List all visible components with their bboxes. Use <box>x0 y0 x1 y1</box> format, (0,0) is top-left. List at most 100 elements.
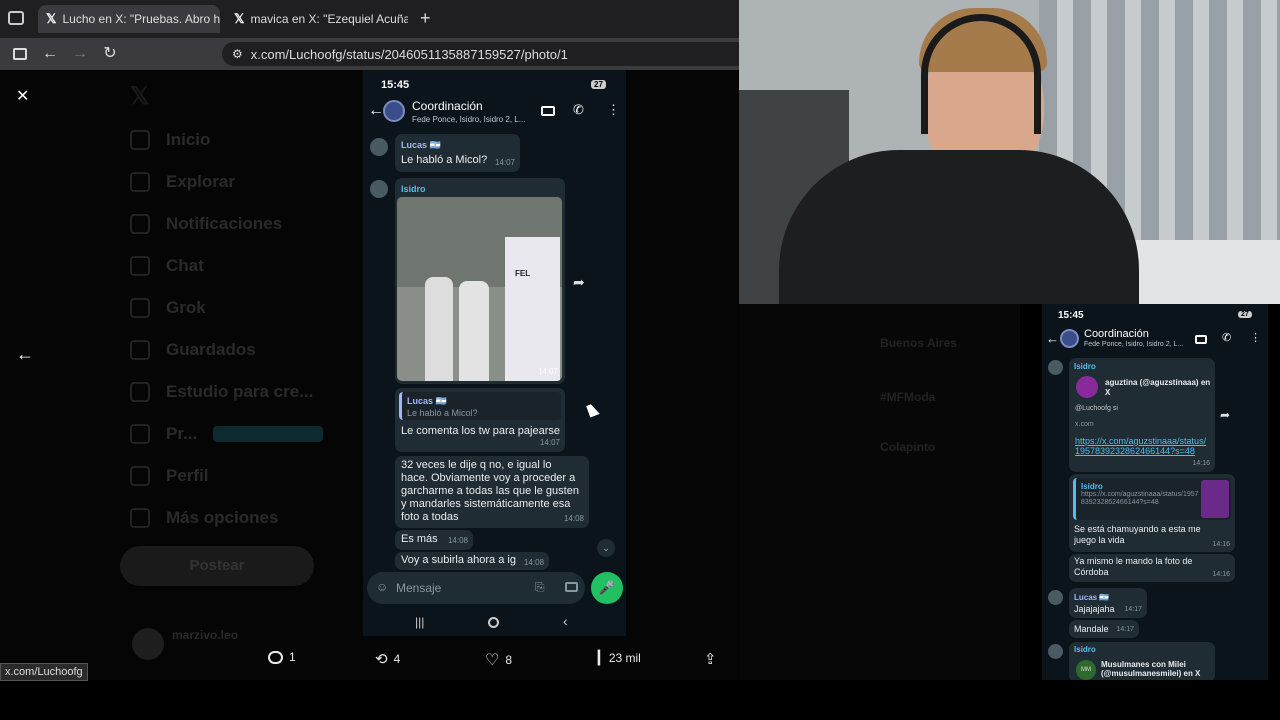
webcam-overlay <box>739 0 1280 304</box>
message-text: Ya mismo le mando la foto de Córdoba <box>1074 556 1193 577</box>
banner <box>505 237 560 381</box>
chat-name: Coordinación <box>412 99 483 113</box>
tab-title: Lucho en X: "Pruebas. Abro hilo <box>62 12 220 26</box>
views-button[interactable]: ┃ 23 mil <box>595 650 641 666</box>
tab-mavica[interactable]: 𝕏 mavica en X: "Ezequiel Acuña, u ✕ <box>226 5 408 33</box>
link-url: https://x.com/aguzstinaaa/status/1957839… <box>1075 436 1207 456</box>
group-avatar <box>1060 329 1079 348</box>
message-bubble: Lucas 🇦🇷 Le habló a Micol? Le comenta lo… <box>395 388 565 452</box>
sidebar-item-premium: Pr... <box>130 424 324 444</box>
reply-count: 1 <box>289 650 296 664</box>
repost-button[interactable]: ⟲ 4 <box>375 650 400 668</box>
repost-count: 4 <box>393 652 401 666</box>
message-bubble: Isidro https://x.com/aguzstinaaa/status/… <box>1069 474 1235 552</box>
back-icon[interactable]: ← <box>38 42 62 66</box>
avatar <box>1048 590 1063 605</box>
headset-icon <box>921 14 1041 134</box>
forward-icon[interactable]: → <box>68 42 92 66</box>
heart-icon: ♡ <box>485 652 500 669</box>
image-message: Isidro FEL 14:07 <box>395 178 565 384</box>
like-button[interactable]: ♡ 8 <box>485 650 512 670</box>
message-sender: Lucas 🇦🇷 <box>401 140 441 150</box>
address-bar[interactable]: ⚙ x.com/Luchoofg/status/2046051135887159… <box>222 42 740 66</box>
share-icon: ⇪ <box>704 651 717 668</box>
new-tab-button[interactable]: + <box>420 8 431 29</box>
repost-icon: ⟲ <box>375 651 388 668</box>
quoted-text: Le habló a Micol? <box>407 408 478 418</box>
message-time: 14:08 <box>523 558 544 567</box>
avatar <box>1048 360 1063 375</box>
link-description: @Luchoofg si <box>1075 405 1118 412</box>
studio-icon <box>130 382 150 402</box>
quoted-text: https://x.com/aguzstinaaa/status/1957839… <box>1081 491 1199 506</box>
message-sender: Isidro <box>401 184 426 194</box>
reload-icon[interactable]: ↻ <box>98 42 122 66</box>
views-count: 23 mil <box>608 651 641 665</box>
message-bubble: 32 veces le dije q no, e igual lo hace. … <box>395 456 589 528</box>
avatar <box>370 180 388 198</box>
chat-name: Coordinación <box>1084 328 1149 340</box>
share-button[interactable]: ⇪ <box>704 650 717 668</box>
message-bubble: Es más 14:08 <box>395 530 473 550</box>
message-sender: Isidro <box>1074 362 1096 371</box>
person-hoodie <box>779 150 1139 304</box>
message-text: Le comenta los tw para pajearse <box>401 425 560 437</box>
message-text: Le habló a Micol? <box>401 154 488 166</box>
sidebar-icon[interactable] <box>8 42 32 66</box>
message-bubble: Lucas 🇦🇷 Jajajajaha 14:17 <box>1069 588 1147 618</box>
phone-screenshot: 15:45 27 ← Coordinación Fede Ponce, Isid… <box>363 70 626 636</box>
battery-badge: 27 <box>1238 311 1252 318</box>
post-button: Postear <box>120 546 314 586</box>
message-time: 14:16 <box>1212 571 1230 578</box>
message-time: 14:16 <box>1192 460 1210 467</box>
status-time: 15:45 <box>381 79 410 91</box>
recent-apps-icon: ||| <box>415 615 425 629</box>
premium-badge <box>213 426 324 442</box>
link-title: aguztina (@aguzstinaaa) en X <box>1105 378 1211 397</box>
message-time: 14:07 <box>539 438 560 447</box>
trend-item: Buenos Aires <box>880 336 957 350</box>
like-count: 8 <box>505 653 513 667</box>
link-title: Musulmanes con Milei (@musulmanesmilei) … <box>1101 660 1201 678</box>
sidebar-item-explorar: Explorar <box>130 172 235 192</box>
message-time: 14:08 <box>563 514 584 523</box>
battery-badge: 27 <box>591 80 606 89</box>
profile-name: marzivo.leo <box>172 628 239 642</box>
mic-button: 🎤 <box>591 572 623 604</box>
message-bubble: Ya mismo le mando la foto de Córdoba 14:… <box>1069 554 1235 582</box>
sidebar-item-chat: Chat <box>130 256 204 276</box>
trend-item: Colapinto <box>880 440 936 454</box>
message-time: 14:16 <box>1212 541 1230 548</box>
chat-members: Fede Ponce, Isidro, Isidro 2, L... <box>412 115 526 124</box>
message-time: 14:07 <box>537 367 558 376</box>
link-avatar: MM <box>1076 660 1096 680</box>
close-viewer-button[interactable]: ✕ <box>16 86 29 106</box>
x-logo-icon: 𝕏 <box>46 11 57 26</box>
attach-icon: ⎘ <box>535 580 545 594</box>
message-time: 14:08 <box>447 536 468 545</box>
tab-lucho[interactable]: 𝕏 Lucho en X: "Pruebas. Abro hilo ✕ <box>38 5 220 33</box>
status-bar-url: x.com/Luchoofg <box>0 663 88 681</box>
menu-dots-icon: ⋮ <box>607 102 620 117</box>
person <box>459 281 489 381</box>
sidebar-item-perfil: Perfil <box>130 466 209 486</box>
status-time: 15:45 <box>1058 310 1084 321</box>
message-text: Se está chamuyando a esta me juego la vi… <box>1074 524 1201 545</box>
prev-photo-icon[interactable]: ← <box>16 344 34 365</box>
tab-title: mavica en X: "Ezequiel Acuña, u <box>250 12 408 26</box>
url-text: x.com/Luchoofg/status/204605113588715952… <box>250 46 568 62</box>
sidebar-item-estudio: Estudio para cre... <box>130 382 313 402</box>
grok-icon <box>130 298 150 318</box>
more-icon <box>130 508 150 528</box>
site-info-icon[interactable]: ⚙ <box>232 47 243 61</box>
avatar <box>370 138 388 156</box>
camera-icon <box>565 582 578 592</box>
message-bubble: Mandale 14:17 <box>1069 620 1139 638</box>
forward-icon: ➦ <box>573 274 585 290</box>
reply-button[interactable]: 1 <box>268 650 296 664</box>
message-time: 14:17 <box>1116 626 1134 633</box>
trend-item: #MFModa <box>880 390 936 404</box>
tab-list-icon[interactable] <box>8 11 24 25</box>
message-input: ☺ Mensaje ⎘ <box>367 572 585 604</box>
reply-icon <box>268 650 283 664</box>
